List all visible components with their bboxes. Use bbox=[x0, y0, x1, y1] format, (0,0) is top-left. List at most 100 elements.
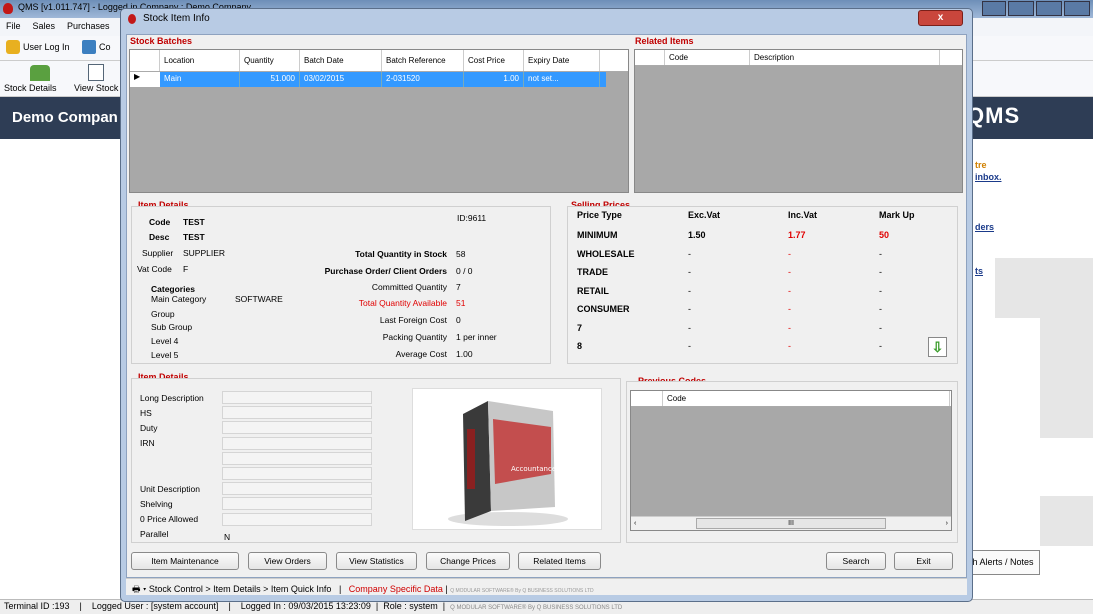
col-cost-price[interactable]: Cost Price bbox=[464, 50, 524, 71]
price-cell: MINIMUM bbox=[577, 230, 618, 241]
price-row: MINIMUM 1.50 1.77 50 bbox=[577, 226, 957, 245]
col-prev-code[interactable]: Code bbox=[663, 391, 950, 406]
table-row[interactable]: ▶ Main 51.000 03/02/2015 2-031520 1.00 n… bbox=[130, 72, 628, 87]
price-cell: 50 bbox=[879, 230, 890, 241]
cell-cost-price: 1.00 bbox=[464, 72, 524, 87]
detail-field-input[interactable] bbox=[222, 406, 372, 420]
prices-table: Price Type Exc.Vat Inc.Vat Mark Up MINIM… bbox=[577, 210, 957, 356]
detail-field-input[interactable] bbox=[222, 436, 372, 450]
price-cell: - bbox=[879, 322, 882, 333]
view-orders-button[interactable]: View Orders bbox=[248, 552, 327, 570]
stock-details-button[interactable]: Stock Details bbox=[4, 83, 57, 93]
price-cell: 8 bbox=[577, 341, 583, 352]
detail-field-row: Parallel bbox=[140, 527, 380, 542]
detail-field-row bbox=[140, 451, 380, 466]
item-maintenance-button[interactable]: Item Maintenance bbox=[131, 552, 239, 570]
price-cell: - bbox=[688, 285, 691, 296]
related-items-title: Related Items bbox=[635, 36, 694, 46]
related-items-grid: Code Description bbox=[634, 49, 963, 193]
total-stock-value: 58 bbox=[456, 249, 466, 259]
right-link-ts[interactable]: ts bbox=[975, 266, 983, 276]
detail-field-input[interactable] bbox=[222, 482, 372, 496]
detail-field-input[interactable] bbox=[222, 497, 372, 511]
arrow-down-icon[interactable]: ⇩ bbox=[928, 337, 947, 357]
restore-icon[interactable] bbox=[982, 1, 1006, 16]
logged-in-time: Logged In : 09/03/2015 13:23:09 bbox=[240, 601, 371, 611]
minimize-icon[interactable] bbox=[1008, 1, 1034, 16]
price-cell: - bbox=[879, 304, 882, 315]
row-selector-icon[interactable]: ▶ bbox=[130, 72, 160, 87]
vat-value: F bbox=[183, 264, 189, 274]
dialog-close-button[interactable]: x bbox=[918, 10, 963, 26]
menu-file[interactable]: File bbox=[0, 18, 27, 34]
price-row: TRADE - - - bbox=[577, 263, 957, 282]
toolbar-co-label[interactable]: Co bbox=[99, 42, 111, 52]
parallel-value: N bbox=[224, 532, 231, 542]
change-prices-button[interactable]: Change Prices bbox=[426, 552, 510, 570]
detail-field-row: Shelving bbox=[140, 496, 380, 511]
detail-field-input[interactable] bbox=[222, 512, 372, 526]
col-exc-vat: Exc.Vat bbox=[688, 210, 721, 220]
price-cell: - bbox=[879, 267, 882, 278]
right-link-inbox[interactable]: inbox. bbox=[975, 172, 1002, 182]
breadcrumb-separator: | bbox=[338, 584, 342, 594]
detail-field-input[interactable] bbox=[222, 528, 372, 541]
level5-label: Level 5 bbox=[151, 350, 179, 360]
detail-field-label: Long Description bbox=[140, 392, 204, 403]
printer-icon[interactable]: 🖶 bbox=[132, 584, 141, 594]
company-specific-data: Company Specific Data bbox=[348, 584, 443, 594]
price-row: RETAIL - - - bbox=[577, 282, 957, 301]
code-label: Code bbox=[149, 217, 171, 227]
software-box-image: Accountance bbox=[448, 401, 568, 526]
price-cell: - bbox=[879, 248, 882, 259]
cell-batch-date: 03/02/2015 bbox=[300, 72, 382, 87]
right-link-1[interactable]: tre bbox=[975, 160, 987, 170]
view-statistics-button[interactable]: View Statistics bbox=[336, 552, 417, 570]
exit-button[interactable]: Exit bbox=[894, 552, 953, 570]
detail-field-input[interactable] bbox=[222, 421, 372, 435]
price-cell: RETAIL bbox=[577, 285, 609, 296]
alerts-notes-button[interactable]: h Alerts / Notes bbox=[966, 550, 1040, 575]
col-batch-reference[interactable]: Batch Reference bbox=[382, 50, 464, 71]
right-link-orders[interactable]: ders bbox=[975, 222, 994, 232]
scroll-thumb[interactable]: III bbox=[696, 518, 886, 529]
detail-field-row bbox=[140, 466, 380, 481]
stock-batches-grid: Location Quantity Batch Date Batch Refer… bbox=[129, 49, 629, 193]
price-cell: - bbox=[688, 341, 691, 352]
cell-expiry-date: not set... bbox=[524, 72, 600, 87]
col-expiry-date[interactable]: Expiry Date bbox=[524, 50, 600, 71]
available-label: Total Quantity Available bbox=[358, 298, 447, 308]
price-row: WHOLESALE - - - bbox=[577, 245, 957, 264]
scroll-right-icon[interactable]: › bbox=[946, 517, 948, 530]
calendar-icon[interactable] bbox=[82, 40, 96, 54]
close-icon[interactable] bbox=[1064, 1, 1090, 16]
menu-purchases[interactable]: Purchases bbox=[61, 18, 116, 34]
menu-sales[interactable]: Sales bbox=[27, 18, 62, 34]
col-quantity[interactable]: Quantity bbox=[240, 50, 300, 71]
avg-cost-value: 1.00 bbox=[456, 349, 473, 359]
col-code[interactable]: Code bbox=[665, 50, 750, 65]
search-button[interactable]: Search bbox=[826, 552, 886, 570]
detail-field-row: Long Description bbox=[140, 390, 380, 405]
maximize-icon[interactable] bbox=[1036, 1, 1062, 16]
purchase-orders-label: Purchase Order/ Client Orders bbox=[324, 266, 447, 276]
view-stock-button[interactable]: View Stock bbox=[74, 83, 118, 93]
price-cell: 1.50 bbox=[688, 230, 706, 241]
col-batch-date[interactable]: Batch Date bbox=[300, 50, 382, 71]
col-location[interactable]: Location bbox=[160, 50, 240, 71]
horizontal-scrollbar[interactable]: ‹ III › bbox=[631, 516, 951, 530]
detail-field-label: IRN bbox=[140, 438, 155, 449]
col-description[interactable]: Description bbox=[750, 50, 940, 65]
related-items-button[interactable]: Related Items bbox=[518, 552, 601, 570]
committed-value: 7 bbox=[456, 282, 461, 292]
detail-field-input[interactable] bbox=[222, 467, 372, 481]
detail-field-input[interactable] bbox=[222, 451, 372, 465]
breadcrumb-path[interactable]: ▾ Stock Control > Item Details > Item Qu… bbox=[143, 584, 331, 594]
scroll-left-icon[interactable]: ‹ bbox=[634, 517, 636, 530]
user-login-icon bbox=[6, 40, 20, 54]
user-login-button[interactable]: User Log In bbox=[23, 42, 70, 52]
detail-field-label: HS bbox=[140, 407, 152, 418]
related-header: Code Description bbox=[635, 50, 962, 66]
product-box-text: Accountance bbox=[511, 465, 556, 473]
detail-field-input[interactable] bbox=[222, 391, 372, 405]
